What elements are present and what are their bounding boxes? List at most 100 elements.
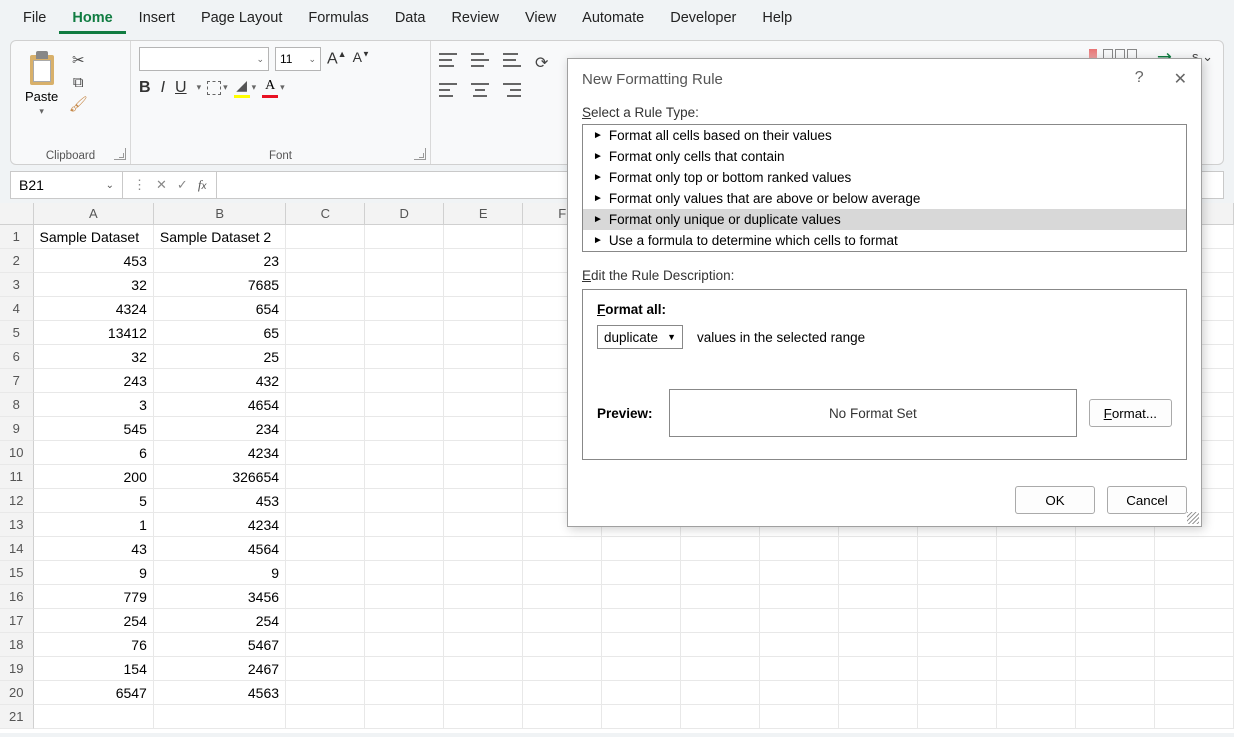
cell[interactable] <box>602 681 681 705</box>
formula-more-icon[interactable]: ⋮ <box>133 177 146 193</box>
font-launcher-icon[interactable] <box>414 148 426 160</box>
cell[interactable]: 23 <box>154 249 286 273</box>
cell[interactable] <box>602 537 681 561</box>
cell[interactable]: 76 <box>34 633 154 657</box>
cell[interactable] <box>444 633 523 657</box>
cell[interactable] <box>286 225 365 249</box>
cell[interactable] <box>523 537 602 561</box>
cell[interactable] <box>523 561 602 585</box>
cell[interactable] <box>365 345 444 369</box>
column-header[interactable]: E <box>444 203 523 225</box>
menu-automate[interactable]: Automate <box>569 4 657 34</box>
cell[interactable] <box>444 537 523 561</box>
rule-type-item[interactable]: ►Format only top or bottom ranked values <box>583 167 1186 188</box>
cell[interactable] <box>286 681 365 705</box>
cell[interactable] <box>286 345 365 369</box>
cell[interactable] <box>839 657 918 681</box>
cell[interactable] <box>760 705 839 729</box>
cell[interactable]: 4563 <box>154 681 286 705</box>
cell[interactable]: 32 <box>34 273 154 297</box>
cell[interactable] <box>286 249 365 273</box>
cell[interactable] <box>918 537 997 561</box>
cell[interactable] <box>365 561 444 585</box>
cell[interactable] <box>286 705 365 729</box>
menu-help[interactable]: Help <box>749 4 805 34</box>
help-icon[interactable]: ? <box>1135 69 1144 89</box>
cell[interactable] <box>286 465 365 489</box>
cell[interactable] <box>286 441 365 465</box>
cell[interactable] <box>444 585 523 609</box>
cell[interactable] <box>681 705 760 729</box>
cell[interactable]: 243 <box>34 369 154 393</box>
row-header[interactable]: 12 <box>0 489 34 513</box>
select-all-corner[interactable] <box>0 203 34 225</box>
row-header[interactable]: 10 <box>0 441 34 465</box>
cell[interactable]: 4324 <box>34 297 154 321</box>
row-header[interactable]: 18 <box>0 633 34 657</box>
cell[interactable] <box>34 705 154 729</box>
rule-type-item[interactable]: ►Use a formula to determine which cells … <box>583 230 1186 251</box>
rule-type-item[interactable]: ►Format only unique or duplicate values <box>583 209 1186 230</box>
cell[interactable] <box>681 585 760 609</box>
align-center-icon[interactable] <box>471 83 489 97</box>
align-middle-icon[interactable] <box>471 53 489 67</box>
ok-button[interactable]: OK <box>1015 486 1095 514</box>
cell[interactable] <box>681 681 760 705</box>
cell[interactable] <box>1155 585 1234 609</box>
row-header[interactable]: 14 <box>0 537 34 561</box>
row-header[interactable]: 3 <box>0 273 34 297</box>
row-header[interactable]: 13 <box>0 513 34 537</box>
row-header[interactable]: 4 <box>0 297 34 321</box>
cell[interactable]: 9 <box>154 561 286 585</box>
cell[interactable] <box>444 705 523 729</box>
cell[interactable] <box>760 561 839 585</box>
row-header[interactable]: 21 <box>0 705 34 729</box>
cell[interactable] <box>286 273 365 297</box>
cell[interactable] <box>602 609 681 633</box>
cell[interactable] <box>365 609 444 633</box>
rule-type-list[interactable]: ►Format all cells based on their values ►… <box>582 124 1187 252</box>
cell[interactable]: 326654 <box>154 465 286 489</box>
cell[interactable] <box>286 561 365 585</box>
cell[interactable] <box>1155 561 1234 585</box>
cell[interactable] <box>1155 681 1234 705</box>
cell[interactable] <box>1076 585 1155 609</box>
cell[interactable]: 453 <box>34 249 154 273</box>
align-bottom-icon[interactable] <box>503 53 521 67</box>
cell[interactable] <box>918 681 997 705</box>
cell[interactable] <box>602 633 681 657</box>
cell[interactable] <box>997 657 1076 681</box>
column-header[interactable]: C <box>286 203 365 225</box>
cell[interactable] <box>286 489 365 513</box>
cell[interactable] <box>760 681 839 705</box>
row-header[interactable]: 16 <box>0 585 34 609</box>
row-header[interactable]: 2 <box>0 249 34 273</box>
cell[interactable] <box>681 633 760 657</box>
row-header[interactable]: 1 <box>0 225 34 249</box>
cell[interactable] <box>523 609 602 633</box>
cell[interactable] <box>918 561 997 585</box>
cell[interactable] <box>365 417 444 441</box>
cell[interactable] <box>365 585 444 609</box>
cell[interactable] <box>444 489 523 513</box>
format-button[interactable]: Format... <box>1089 399 1172 427</box>
cell[interactable] <box>365 681 444 705</box>
cell[interactable]: 7685 <box>154 273 286 297</box>
cell[interactable] <box>365 369 444 393</box>
orientation-icon[interactable]: ⟳ <box>535 53 548 73</box>
cell[interactable]: 4234 <box>154 441 286 465</box>
paste-button[interactable]: Paste ▾ <box>19 47 64 121</box>
cell[interactable] <box>523 681 602 705</box>
cell[interactable] <box>444 417 523 441</box>
cell[interactable]: 3456 <box>154 585 286 609</box>
borders-button[interactable]: ▾ <box>207 81 228 95</box>
cell[interactable]: 200 <box>34 465 154 489</box>
cell[interactable] <box>602 657 681 681</box>
rule-type-item[interactable]: ►Format all cells based on their values <box>583 125 1186 146</box>
cell[interactable] <box>681 609 760 633</box>
cell[interactable]: 5467 <box>154 633 286 657</box>
cell[interactable] <box>1076 561 1155 585</box>
menu-formulas[interactable]: Formulas <box>295 4 381 34</box>
cell[interactable]: Sample Dataset <box>34 225 154 249</box>
cell[interactable]: 6547 <box>34 681 154 705</box>
